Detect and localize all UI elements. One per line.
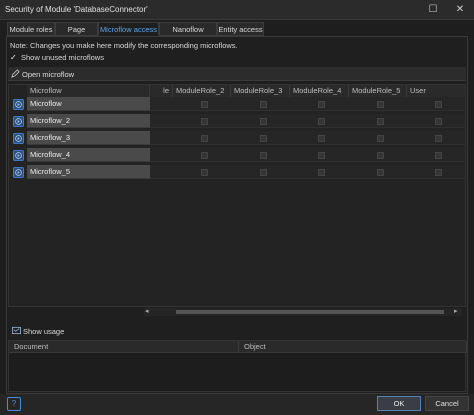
tab-page-access[interactable]: Page access	[55, 22, 98, 47]
scroll-left-icon[interactable]: ◂	[145, 307, 149, 315]
checkbox[interactable]	[318, 152, 325, 159]
table-row-permissions	[150, 114, 465, 128]
column-header-module-role-5[interactable]: ModuleRole_5	[349, 85, 407, 97]
open-microflow-button[interactable]: Open microflow	[11, 69, 74, 79]
tab-microflow-access[interactable]: Microflow access	[98, 22, 159, 36]
dialog-footer: ? OK Cancel	[0, 394, 474, 415]
column-header-module-role-4[interactable]: ModuleRole_4	[290, 85, 349, 97]
checkbox[interactable]	[435, 152, 442, 159]
table-row-microflow[interactable]: Microflow_3	[27, 131, 150, 145]
show-unused-label: Show unused microflows	[21, 53, 104, 62]
checkbox[interactable]	[201, 135, 208, 142]
tab-module-roles[interactable]: Module roles	[7, 22, 55, 36]
checkbox[interactable]	[260, 152, 267, 159]
checkbox[interactable]	[201, 101, 208, 108]
microflow-access-grid: Microflow le ModuleRole_2 ModuleRole_3 M…	[8, 84, 466, 307]
maximize-button[interactable]: ☐	[426, 3, 440, 17]
checkbox[interactable]	[377, 118, 384, 125]
column-header-user[interactable]: User	[407, 85, 465, 97]
checkbox[interactable]	[377, 101, 384, 108]
checkbox[interactable]	[318, 118, 325, 125]
show-usage-label: Show usage	[23, 327, 65, 336]
close-button[interactable]: ✕	[453, 3, 467, 17]
checkbox[interactable]	[318, 135, 325, 142]
pencil-icon	[11, 69, 20, 78]
microflow-icon	[13, 133, 24, 144]
note-text: Note: Changes you make here modify the c…	[10, 41, 238, 50]
column-header-microflow[interactable]: Microflow	[27, 85, 150, 97]
ok-button[interactable]: OK	[377, 396, 421, 411]
checkbox[interactable]	[435, 101, 442, 108]
checkbox[interactable]	[377, 152, 384, 159]
microflow-icon	[13, 99, 24, 110]
checkbox[interactable]	[260, 118, 267, 125]
open-microflow-label: Open microflow	[22, 70, 75, 79]
tab-entity-access[interactable]: Entity access	[217, 22, 264, 36]
column-header-module-role-2[interactable]: ModuleRole_2	[173, 85, 231, 97]
checkbox[interactable]	[201, 152, 208, 159]
checkbox[interactable]	[377, 169, 384, 176]
checkmark-icon: ✓	[10, 53, 17, 63]
checkbox[interactable]	[377, 135, 384, 142]
usage-icon	[12, 326, 21, 335]
grid-toolbar: Open microflow	[8, 67, 466, 81]
help-button[interactable]: ?	[7, 397, 21, 411]
scroll-right-icon[interactable]: ▸	[454, 307, 458, 315]
checkbox[interactable]	[435, 135, 442, 142]
window-title: Security of Module 'DatabaseConnector'	[5, 5, 148, 14]
show-usage-button[interactable]: Show usage	[12, 326, 64, 336]
microflow-icon	[13, 167, 24, 178]
checkbox[interactable]	[201, 169, 208, 176]
checkbox[interactable]	[260, 135, 267, 142]
microflow-icon	[13, 150, 24, 161]
table-row-permissions	[150, 97, 465, 111]
column-header-object[interactable]: Object	[239, 341, 467, 353]
scrollbar-thumb[interactable]	[176, 310, 444, 314]
column-header-module-role-3[interactable]: ModuleRole_3	[231, 85, 290, 97]
usage-grid: Document Object	[8, 340, 467, 392]
checkbox[interactable]	[435, 169, 442, 176]
checkbox[interactable]	[318, 101, 325, 108]
checkbox[interactable]	[260, 101, 267, 108]
table-row-permissions	[150, 165, 465, 179]
horizontal-scrollbar[interactable]: ◂ ▸	[144, 308, 462, 316]
checkbox[interactable]	[260, 169, 267, 176]
table-row-permissions	[150, 131, 465, 145]
title-bar: Security of Module 'DatabaseConnector' ☐…	[0, 0, 474, 20]
checkbox[interactable]	[435, 118, 442, 125]
column-header-module-role-1[interactable]: le	[150, 85, 173, 97]
table-row-microflow[interactable]: Microflow_2	[27, 114, 150, 128]
table-row-microflow[interactable]: Microflow_5	[27, 165, 150, 179]
microflow-icon	[13, 116, 24, 127]
cancel-button[interactable]: Cancel	[425, 396, 469, 411]
table-row-microflow[interactable]: Microflow	[27, 97, 150, 111]
tab-nanoflow-access[interactable]: Nanoflow access	[159, 22, 217, 47]
show-unused-checkbox[interactable]: ✓ Show unused microflows	[10, 53, 104, 62]
checkbox[interactable]	[318, 169, 325, 176]
checkbox[interactable]	[201, 118, 208, 125]
column-header-document[interactable]: Document	[9, 341, 239, 353]
tab-strip: Module roles Page access Microflow acces…	[0, 22, 474, 47]
table-row-microflow[interactable]: Microflow_4	[27, 148, 150, 162]
table-row-permissions	[150, 148, 465, 162]
